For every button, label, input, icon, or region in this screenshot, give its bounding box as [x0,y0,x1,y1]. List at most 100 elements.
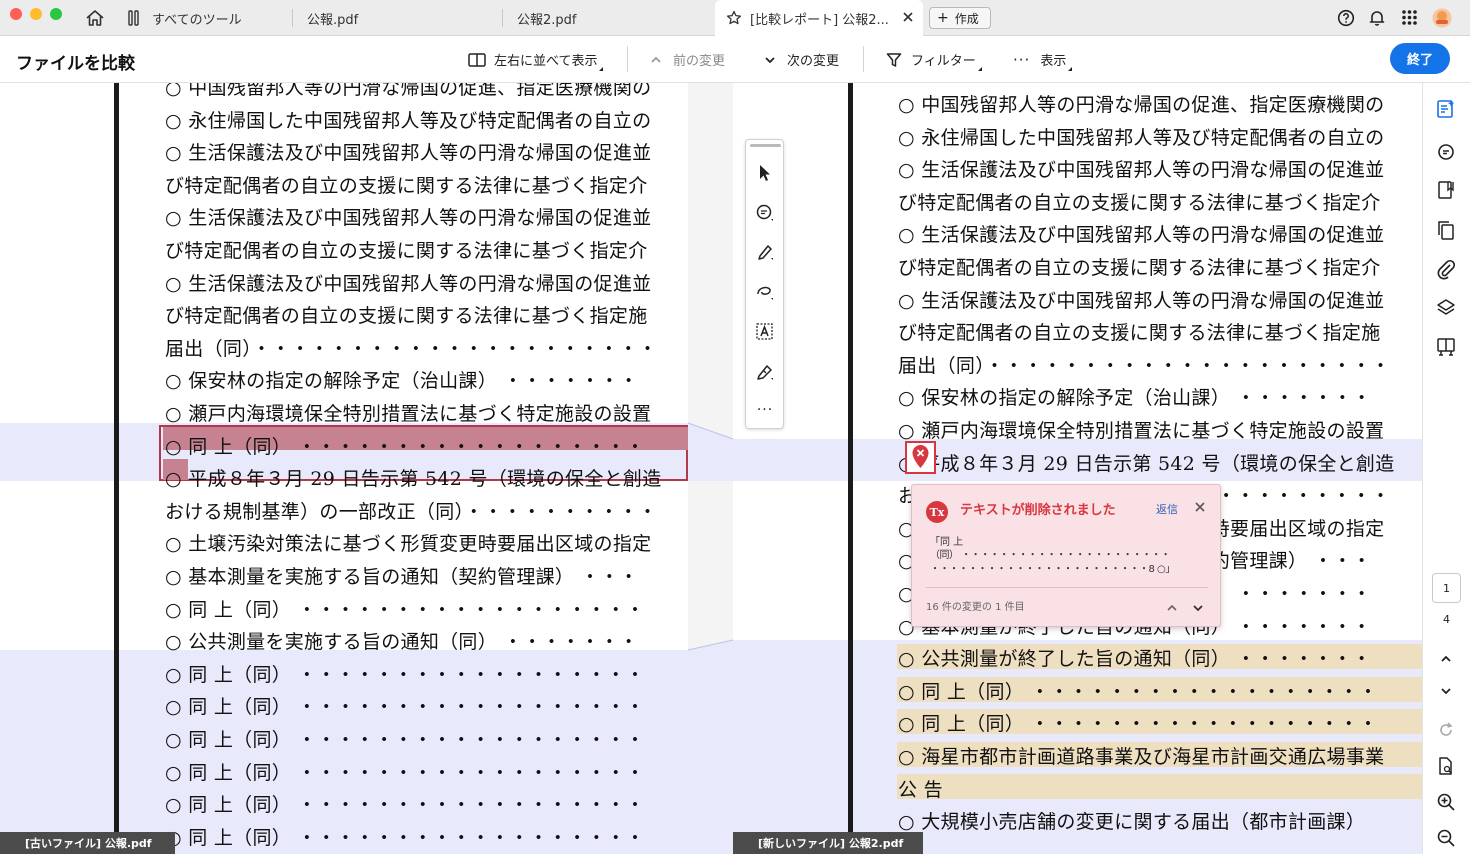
comment-icon[interactable] [754,202,776,224]
next-change-label: 次の変更 [787,54,840,69]
document-line: ○ 同 上（同） ・・・・・・・・・・・・・・・・・・ [165,663,645,686]
document-line: ○ 同 上（同） ・・・・・・・・・・・・・・・・・・ [165,435,645,458]
document-line: ○ 公共測量を実施する旨の通知（同） ・・・・・・・ [165,631,639,654]
pages-icon[interactable] [1435,219,1457,241]
document-line: ○ 海星市都市計画道路事業及び海星市計画交通広場事業 [898,746,1385,768]
popup-title: テキストが削除されました [960,503,1116,518]
page-up-icon[interactable] [1435,648,1457,670]
tab-koho-pdf[interactable]: 公報.pdf [293,0,503,36]
popup-body-line: ・・・・・・・・・・・・・・・・・・・・・・・8 ○」 [930,564,1175,575]
current-page-field[interactable]: 1 [1432,573,1461,603]
page-search-icon[interactable] [1435,755,1457,777]
home-icon[interactable] [85,9,105,31]
close-popup-icon[interactable] [1194,498,1206,517]
create-button[interactable]: + 作成 [929,7,991,29]
popup-next-icon[interactable] [1192,598,1204,617]
highlight-pen-icon[interactable] [754,241,776,263]
deletion-marker[interactable] [905,441,936,474]
prev-change-button[interactable]: 前の変更 [650,36,725,83]
help-icon[interactable] [1337,9,1355,31]
document-line: ○ 平成８年３月 29 日告示第 542 号（環境の保全と創造 [165,468,662,491]
document-line: ○ 生活保護法及び中国残留邦人等の円滑な帰国の促進並 [898,159,1385,182]
book-open-icon [468,52,486,68]
document-line: 公 告 [898,778,943,801]
apps-grid-icon[interactable] [1401,9,1418,30]
document-line: ○ 同 上（同） ・・・・・・・・・・・・・・・・・・ [165,794,645,817]
change-popup: Tx テキストが削除されました 返信 「同 上 （同） ・・・・・・・・・・・・… [911,484,1221,627]
plus-icon: + [937,10,949,26]
old-file-label: [古いファイル] 公報.pdf [0,832,175,854]
view-label: 表示 [1040,54,1067,69]
compare-toolbar: ファイルを比較 左右に並べて表示 前の変更 次の変更 フィルター ··· 表示 … [0,36,1470,83]
new-file-label: [新しいファイル] 公報2.pdf [733,832,923,854]
compare-panel-icon[interactable] [1435,336,1457,358]
document-line: ○ 同 上（同） ・・・・・・・・・・・・・・・・・・ [898,713,1378,736]
chevron-down-icon [764,55,776,65]
bell-icon[interactable] [1368,9,1386,31]
done-button[interactable]: 終了 [1390,43,1450,74]
left-document-pane[interactable]: ○ 中国残留邦人等の円滑な帰国の促進、指定医療機関の ○ 永住帰国した中国残留邦人… [0,83,733,854]
document-line: ○ 生活保護法及び中国残留邦人等の円滑な帰国の促進並 [165,272,652,295]
total-pages: 4 [1443,613,1450,626]
document-line: ○ 同 上（同） ・・・・・・・・・・・・・・・・・・ [165,761,645,784]
document-line: ○ 瀬戸内海環境保全特別措置法に基づく特定施設の設置 [898,420,1385,442]
reply-link[interactable]: 返信 [1156,501,1178,517]
document-line: ○ 公共測量が終了した旨の通知（同） ・・・・・・・ [898,648,1372,671]
more-dots-icon: ··· [1013,50,1031,69]
avatar[interactable] [1432,8,1452,32]
document-line: ○ 大規模小売店舗の変更に関する届出（都市計画課） [898,811,1366,834]
more-tools-icon[interactable]: ··· [754,402,776,424]
document-line: ○ 同 上（同） ・・・・・・・・・・・・・・・・・・ [165,826,645,849]
select-cursor-icon[interactable] [754,162,776,184]
document-line: ○ 保安林の指定の解除予定（治山課） ・・・・・・・ [898,387,1372,410]
compare-view: ○ 中国残留邦人等の円滑な帰国の促進、指定医療機関の ○ 永住帰国した中国残留邦人… [0,83,1470,854]
change-counter: 16 件の変更の 1 件目 [926,602,1025,613]
compare-report-icon[interactable] [1435,98,1457,120]
document-line: ○ 瀬戸内海環境保全特別措置法に基づく特定施設の設置 [165,403,652,425]
tab-label: 公報2.pdf [517,12,577,28]
document-line: び特定配偶者の自立の支援に関する法律に基づく指定介 [898,257,1381,279]
tab-koho2-pdf[interactable]: 公報2.pdf [503,0,715,36]
document-line: ○ 永住帰国した中国残留邦人等及び特定配偶者の自立の [165,109,652,132]
bookmark-icon[interactable] [1435,179,1457,201]
drag-handle[interactable] [750,144,781,147]
close-window-button[interactable] [10,8,22,20]
page-down-icon[interactable] [1435,680,1457,702]
text-deleted-icon: Tx [926,501,948,523]
zoom-in-icon[interactable] [1435,791,1457,813]
layers-icon[interactable] [1435,297,1457,319]
tab-all-tools[interactable]: すべてのツール [118,0,293,36]
attachment-icon[interactable] [1435,258,1457,280]
view-button[interactable]: ··· 表示 [1013,36,1073,83]
change-connector [688,422,734,854]
document-line: び特定配偶者の自立の支援に関する法律に基づく指定介 [165,174,648,197]
tab-compare-report[interactable]: [比較レポート] 公報2... [715,0,923,36]
close-tab-icon[interactable] [901,10,915,24]
filter-icon [886,52,902,68]
minimize-window-button[interactable] [30,8,42,20]
tools-icon [128,10,140,26]
zoom-out-icon[interactable] [1435,827,1457,849]
filter-button[interactable]: フィルター [886,36,982,83]
side-by-side-button[interactable]: 左右に並べて表示 [468,36,604,83]
document-line: ○ 生活保護法及び中国残留邦人等の円滑な帰国の促進並 [165,142,652,165]
document-line: ○ 平成８年３月 29 日告示第 542 号（環境の保全と創造 [898,452,1395,475]
tab-bar: すべてのツール 公報.pdf 公報2.pdf [比較レポート] 公報2... +… [0,0,1470,36]
zoom-window-button[interactable] [50,8,62,20]
sign-pen-icon[interactable] [754,361,776,383]
text-box-icon[interactable] [754,321,776,343]
page-title: ファイルを比較 [16,54,135,74]
right-document-pane[interactable]: ○ 中国残留邦人等の円滑な帰国の促進、指定医療機関の ○ 永住帰国した中国残留邦人… [733,83,1422,854]
document-line: ○ 生活保護法及び中国残留邦人等の円滑な帰国の促進並 [165,207,652,230]
next-change-button[interactable]: 次の変更 [764,36,839,83]
comment-list-icon[interactable] [1435,141,1457,163]
popup-prev-icon[interactable] [1166,598,1178,617]
chevron-up-icon [650,55,662,65]
document-line: び特定配偶者の自立の支援に関する法律に基づく指定介 [898,191,1381,214]
annotation-toolbar: ··· [745,139,784,429]
refresh-icon[interactable] [1435,719,1457,741]
document-line: ○ 基本測量を実施する旨の通知（契約管理課） ・・・ [165,566,639,588]
document-line: び特定配偶者の自立の支援に関する法律に基づく指定施 [898,322,1381,345]
draw-freeform-icon[interactable] [754,281,776,303]
star-icon[interactable] [726,10,742,26]
